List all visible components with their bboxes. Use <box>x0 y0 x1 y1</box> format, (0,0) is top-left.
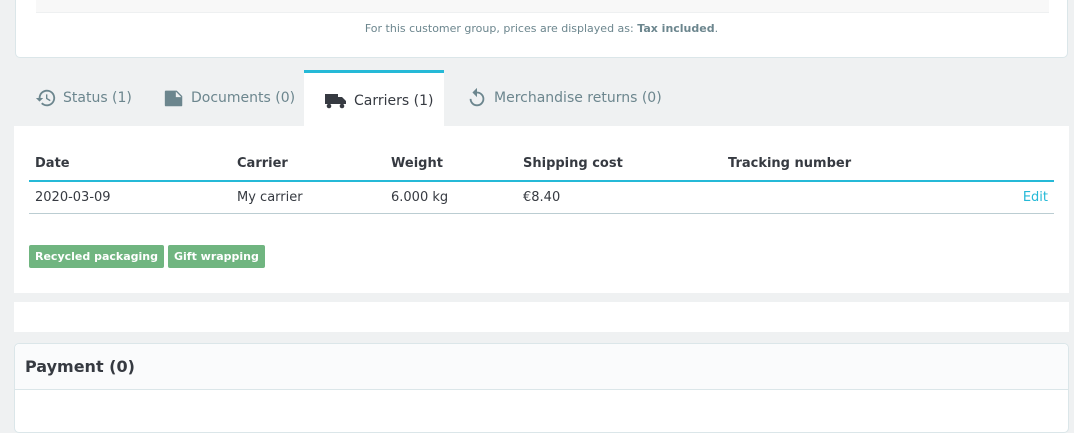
history-icon <box>35 87 57 109</box>
tab-status[interactable]: Status (1) <box>35 70 132 126</box>
tab-carriers-label: Carriers (1) <box>354 93 434 109</box>
column-weight: Weight <box>385 146 517 182</box>
cell-tracking-number <box>722 181 983 214</box>
carrier-badges: Recycled packaging Gift wrapping <box>29 245 265 268</box>
prices-note-value: Tax included <box>637 22 715 35</box>
column-tracking-number: Tracking number <box>722 146 983 182</box>
column-actions <box>982 146 1054 182</box>
document-icon <box>163 87 185 109</box>
tab-documents-label: Documents (0) <box>191 90 296 106</box>
truck-icon <box>324 91 348 111</box>
tab-carriers[interactable]: Carriers (1) <box>304 70 444 126</box>
tab-status-label: Status (1) <box>63 90 132 106</box>
cell-date: 2020-03-09 <box>29 181 231 214</box>
gift-wrapping-badge: Gift wrapping <box>167 245 265 268</box>
carriers-table: Date Carrier Weight Shipping cost Tracki… <box>29 146 1054 214</box>
carriers-header-row: Date Carrier Weight Shipping cost Tracki… <box>29 146 1054 182</box>
column-date: Date <box>29 146 231 182</box>
cell-carrier: My carrier <box>231 181 385 214</box>
order-tabs: Status (1) Documents (0) Carriers (1) Me… <box>15 70 1068 126</box>
prices-card-inner <box>36 0 1049 13</box>
payment-title: Payment (0) <box>15 344 1068 390</box>
column-carrier: Carrier <box>231 146 385 182</box>
prices-note: For this customer group, prices are disp… <box>364 22 719 35</box>
column-shipping-cost: Shipping cost <box>517 146 722 182</box>
cell-actions: Edit <box>982 181 1054 214</box>
tab-merchandise-returns-label: Merchandise returns (0) <box>494 90 662 106</box>
prices-card: For this customer group, prices are disp… <box>15 0 1068 58</box>
payment-card: Payment (0) <box>14 343 1069 433</box>
undo-icon <box>466 87 488 109</box>
cell-weight: 6.000 kg <box>385 181 517 214</box>
blank-card <box>14 302 1069 332</box>
carriers-panel: Date Carrier Weight Shipping cost Tracki… <box>14 126 1069 293</box>
table-row: 2020-03-09 My carrier 6.000 kg €8.40 Edi… <box>29 181 1054 214</box>
cell-shipping-cost: €8.40 <box>517 181 722 214</box>
edit-link[interactable]: Edit <box>1023 190 1048 205</box>
tab-documents[interactable]: Documents (0) <box>163 70 295 126</box>
tab-merchandise-returns[interactable]: Merchandise returns (0) <box>466 70 662 126</box>
recycled-packaging-badge: Recycled packaging <box>29 245 164 268</box>
